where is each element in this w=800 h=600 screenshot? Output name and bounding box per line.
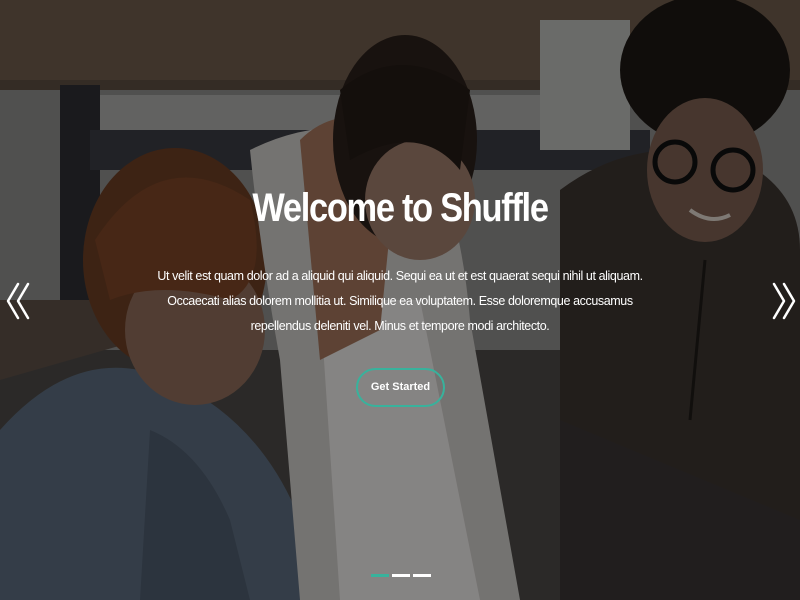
hero-description: Ut velit est quam dolor ad a aliquid qui… [157, 269, 643, 333]
hero-content: Welcome to Shuffle Ut velit est quam dol… [0, 0, 800, 600]
carousel-indicators [371, 574, 431, 578]
carousel-indicator-1[interactable] [371, 574, 389, 577]
carousel-prev-button[interactable] [4, 282, 34, 322]
carousel-indicator-2[interactable] [392, 574, 410, 577]
get-started-button[interactable]: Get Started [356, 368, 445, 407]
carousel-next-button[interactable] [768, 282, 798, 322]
chevron-double-right-icon [772, 282, 796, 320]
chevron-double-left-icon [6, 282, 30, 320]
carousel-indicator-3[interactable] [413, 574, 431, 577]
hero-title: Welcome to Shuffle [252, 186, 549, 230]
hero-carousel: Welcome to Shuffle Ut velit est quam dol… [0, 0, 800, 600]
